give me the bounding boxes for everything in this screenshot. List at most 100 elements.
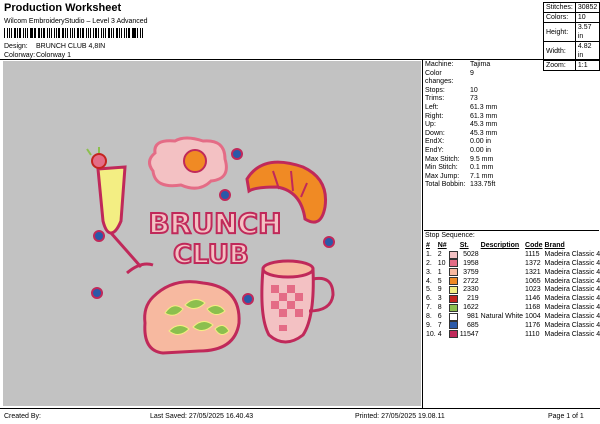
design-name: BRUNCH CLUB 4,8IN	[36, 43, 106, 50]
stitch-count: 981	[466, 312, 479, 320]
thread-code: 1110	[525, 330, 540, 338]
machine-row: Total Bobbin: 133.75ft	[425, 181, 597, 190]
thread-description	[480, 321, 524, 330]
needle-number: 2	[437, 251, 442, 259]
thread-description: Natural White	[480, 312, 524, 320]
machine-key: Color changes:	[425, 69, 454, 86]
stitch-count: 2330	[463, 286, 479, 294]
thread-brand: Madeira Classic 40	[544, 295, 600, 303]
thread-code: 1023	[525, 286, 541, 294]
summary-value: 10	[574, 12, 600, 23]
barcode-bar	[69, 28, 72, 38]
created-by: Created By:	[4, 413, 41, 420]
machine-value: 7.1 mm	[470, 172, 494, 180]
thread-brand: Madeira Classic 40	[544, 277, 600, 285]
color-swatch	[448, 259, 459, 268]
needle-number: 5	[437, 277, 442, 285]
col-header: Description	[480, 242, 520, 250]
summary-value: 30852	[574, 2, 600, 13]
machine-row: Color changes: 9	[425, 70, 597, 87]
machine-key: Min Stitch:	[425, 164, 458, 172]
barcode-bar	[94, 28, 98, 38]
machine-value: 133.75ft	[470, 181, 496, 189]
col-header: #	[426, 242, 430, 250]
machine-row: Left: 61.3 mm	[425, 104, 597, 113]
color-swatch	[448, 330, 459, 339]
barcode-bar	[92, 28, 94, 38]
stop-index: 2.	[426, 259, 432, 267]
stop-index: 4.	[426, 277, 432, 285]
machine-row: Machine: Tajima	[425, 61, 597, 70]
color-swatch	[448, 303, 459, 313]
barcode-bar	[26, 28, 29, 38]
color-swatch	[448, 285, 459, 295]
barcode-bar	[65, 28, 66, 38]
brunch-club-text: BRUNCH CLUB	[147, 206, 282, 271]
machine-row: EndX: 0.00 in	[425, 138, 597, 147]
barcode-bar	[102, 28, 105, 38]
barcode-bar	[11, 28, 13, 38]
stop-row: 6. 3 219 1146 Madeira Classic 40	[425, 294, 600, 304]
color-swatch	[448, 277, 459, 286]
stop-header-row: # N# St. Description Code Brand	[425, 242, 600, 251]
machine-value: 73	[470, 95, 478, 103]
stop-row: 8. 6 981 Natural White 1004 Madeira Classic 4…	[425, 312, 600, 322]
machine-key: Max Jump:	[425, 172, 460, 180]
thread-brand: Madeira Classic 40	[544, 259, 600, 267]
barcode-bar	[110, 28, 112, 38]
avocado-toast	[143, 280, 241, 355]
barcode-bar	[56, 28, 57, 38]
barcode-bar	[40, 28, 42, 38]
last-saved: Last Saved: 27/05/2025 16.40.43	[150, 413, 254, 420]
stop-index: 1.	[426, 251, 432, 259]
summary-value: 3.57 in	[574, 22, 600, 42]
stop-index: 5.	[426, 286, 432, 294]
thread-brand: Madeira Classic 40	[544, 312, 600, 320]
machine-value: 10	[470, 86, 478, 94]
thread-code: 1168	[525, 304, 541, 312]
machine-row: EndY: 0.00 in	[425, 147, 597, 156]
printed-date: Printed: 27/05/2025 19.08.11	[355, 413, 445, 420]
summary-row: Width: 4.82 in	[543, 41, 600, 61]
barcode-bar	[108, 28, 110, 38]
color-swatch-icon	[448, 330, 458, 339]
thread-description	[480, 277, 524, 286]
machine-value: 0.1 mm	[470, 164, 494, 172]
design-preview: BRUNCH CLUB	[3, 61, 421, 406]
club-word: CLUB	[173, 240, 249, 270]
thread-brand: Madeira Classic 40	[544, 268, 600, 276]
color-swatch-icon	[448, 303, 458, 312]
thread-description	[480, 251, 524, 260]
machine-value: 45.3 mm	[470, 129, 498, 137]
machine-value: 9.5 mm	[470, 155, 494, 163]
machine-row: Max Stitch: 9.5 mm	[425, 156, 597, 165]
design-label: Design:	[4, 43, 28, 50]
summary-value: 4.82 in	[574, 41, 600, 61]
barcode-bar	[62, 28, 64, 38]
barcode-bar	[131, 28, 133, 38]
barcode-bar	[17, 28, 19, 38]
champagne-glass	[86, 147, 154, 275]
machine-value: 61.3 mm	[470, 103, 498, 111]
barcode-bar	[90, 28, 91, 38]
stop-row: 5. 9 2330 1023 Madeira Classic 40	[425, 285, 600, 295]
divider	[422, 59, 423, 408]
barcode-bar	[126, 28, 128, 38]
barcode-bar	[30, 28, 33, 38]
machine-key: Down:	[425, 129, 445, 137]
barcode-bar	[19, 28, 21, 38]
barcode-bar	[72, 28, 74, 38]
barcode-bar	[47, 28, 48, 38]
thread-description	[480, 304, 524, 313]
summary-row: Height: 3.57 in	[543, 22, 600, 42]
stop-row: 7. 8 1622 1168 Madeira Classic 40	[425, 303, 600, 313]
stop-row: 2. 10 1958 1372 Madeira Classic 40	[425, 259, 600, 268]
stop-sequence-title: Stop Sequence:	[425, 232, 475, 239]
fried-egg	[148, 136, 228, 190]
machine-key: Right:	[425, 112, 444, 120]
thread-code: 1004	[525, 312, 541, 320]
machine-key: Stops:	[425, 86, 445, 94]
col-header: Brand	[544, 242, 565, 250]
thread-brand: Madeira Classic 40	[544, 251, 600, 259]
thread-code: 1176	[525, 321, 541, 329]
